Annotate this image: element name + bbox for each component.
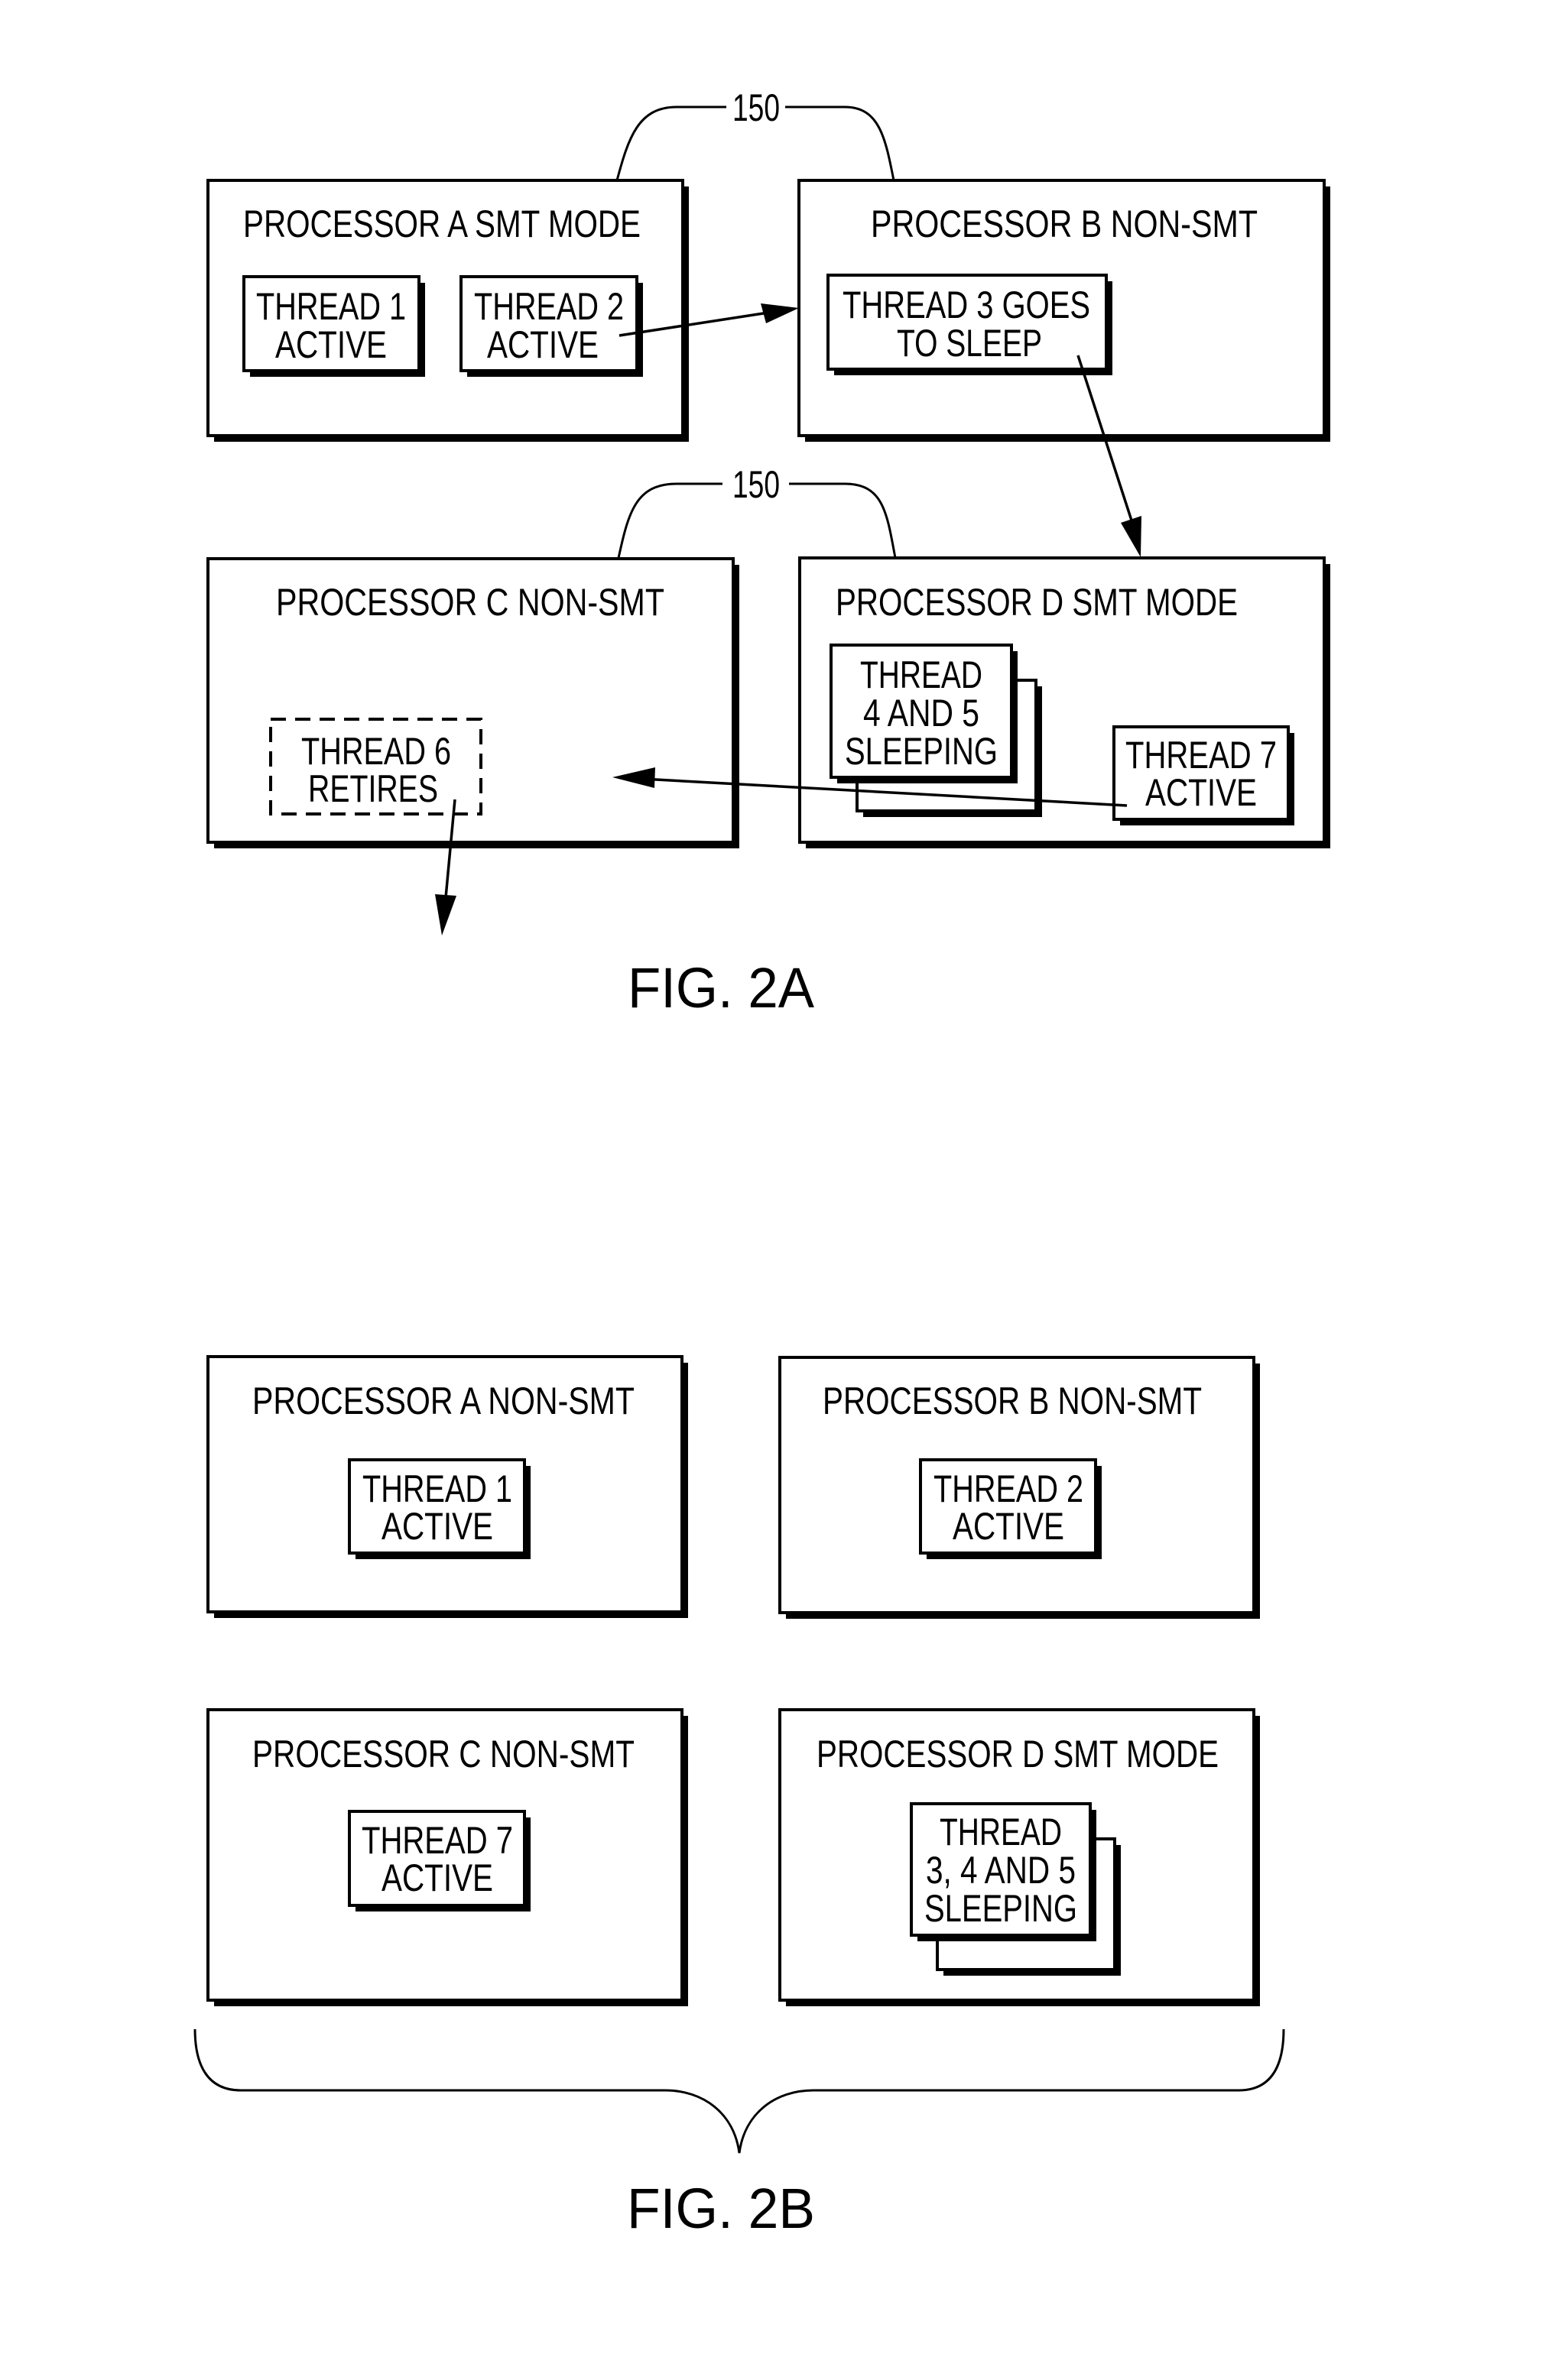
figure-2b: PROCESSOR A NON-SMT THREAD 1 ACTIVE PROC… (193, 1355, 1285, 2240)
thread-3-4-5-stacked-card: THREAD 3, 4 AND 5 SLEEPING (910, 1802, 1121, 1976)
thread-label-line-2: ACTIVE (382, 1856, 493, 1899)
arrowhead-icon (1121, 516, 1141, 557)
thread-2-card: THREAD 2 ACTIVE (459, 275, 643, 377)
processor-title: PROCESSOR D SMT MODE (836, 581, 1238, 624)
thread-label-line-2: 3, 4 AND 5 (926, 1849, 1076, 1892)
thread-7-card: THREAD 7 ACTIVE (348, 1810, 531, 1911)
processor-a-2b: PROCESSOR A NON-SMT THREAD 1 ACTIVE (206, 1355, 688, 1618)
processor-title: PROCESSOR A SMT MODE (243, 203, 641, 245)
thread-label-line-3: SLEEPING (845, 730, 998, 773)
processor-b-2b: PROCESSOR B NON-SMT THREAD 2 ACTIVE (778, 1356, 1260, 1619)
thread-label-line-2: ACTIVE (487, 323, 599, 366)
figure-2a: 150 PROCESSOR A SMT MODE THREAD 1 ACTIVE… (206, 86, 1330, 1020)
reference-150-bottom: 150 (617, 463, 897, 559)
leader-line-left (617, 482, 722, 559)
processor-title: PROCESSOR D SMT MODE (817, 1733, 1219, 1775)
leader-line-right (785, 105, 895, 181)
patent-figure-canvas: 150 PROCESSOR A SMT MODE THREAD 1 ACTIVE… (193, 86, 1330, 2240)
thread-label-line-2: 4 AND 5 (863, 692, 979, 734)
thread-label-line-2: TO SLEEP (897, 322, 1042, 365)
reference-number: 150 (732, 463, 780, 506)
processor-b-2a: PROCESSOR B NON-SMT THREAD 3 GOES TO SLE… (797, 179, 1330, 442)
thread-label-line-2: ACTIVE (382, 1505, 493, 1548)
processor-title: PROCESSOR B NON-SMT (871, 203, 1258, 245)
thread-2-card: THREAD 2 ACTIVE (919, 1458, 1102, 1559)
thread-label-line-1: THREAD 7 (1125, 734, 1277, 777)
arrowhead-icon (761, 303, 799, 323)
thread-label-line-2: ACTIVE (953, 1505, 1064, 1548)
thread-label-line-1: THREAD 2 (933, 1467, 1083, 1510)
thread-label-line-1: THREAD 7 (362, 1819, 513, 1862)
processor-a-2a: PROCESSOR A SMT MODE THREAD 1 ACTIVE THR… (206, 179, 689, 442)
thread-label-line-1: THREAD 2 (474, 285, 624, 328)
thread-label-line-2: RETIRES (308, 767, 438, 810)
thread-label-line-2: ACTIVE (275, 323, 387, 366)
thread-label-line-1: THREAD (940, 1811, 1062, 1853)
reference-number: 150 (732, 86, 780, 129)
processor-title: PROCESSOR C NON-SMT (252, 1733, 635, 1775)
processor-title: PROCESSOR B NON-SMT (823, 1380, 1202, 1422)
processor-c-2b: PROCESSOR C NON-SMT THREAD 7 ACTIVE (206, 1708, 688, 2006)
thread-label-line-1: THREAD 3 GOES (843, 284, 1090, 326)
reference-150-top: 150 (615, 86, 895, 181)
processor-d-2a: PROCESSOR D SMT MODE THREAD 4 AND 5 SLEE… (798, 556, 1330, 848)
leader-line-left (615, 105, 726, 181)
processor-title: PROCESSOR C NON-SMT (276, 581, 664, 624)
processor-d-2b: PROCESSOR D SMT MODE THREAD 3, 4 AND 5 S… (778, 1708, 1260, 2006)
thread-label-line-1: THREAD (860, 653, 982, 696)
leader-line-right (789, 482, 897, 559)
processor-title: PROCESSOR A NON-SMT (252, 1380, 635, 1422)
thread-3-card: THREAD 3 GOES TO SLEEP (826, 274, 1112, 375)
figure-caption: FIG. 2B (627, 2177, 815, 2240)
grouping-brace (193, 2028, 1285, 2154)
thread-1-card: THREAD 1 ACTIVE (348, 1458, 531, 1559)
figure-caption: FIG. 2A (628, 956, 815, 1020)
arrowhead-icon (435, 894, 456, 935)
thread-label-line-1: THREAD 6 (301, 730, 451, 773)
thread-7-card: THREAD 7 ACTIVE (1112, 725, 1294, 825)
thread-1-card: THREAD 1 ACTIVE (242, 275, 425, 377)
thread-label-line-1: THREAD 1 (256, 285, 406, 328)
thread-label-line-3: SLEEPING (924, 1887, 1077, 1930)
thread-label-line-1: THREAD 1 (362, 1467, 512, 1510)
processor-c-2a: PROCESSOR C NON-SMT THREAD 6 RETIRES (206, 557, 739, 848)
thread-label-line-2: ACTIVE (1145, 771, 1257, 814)
